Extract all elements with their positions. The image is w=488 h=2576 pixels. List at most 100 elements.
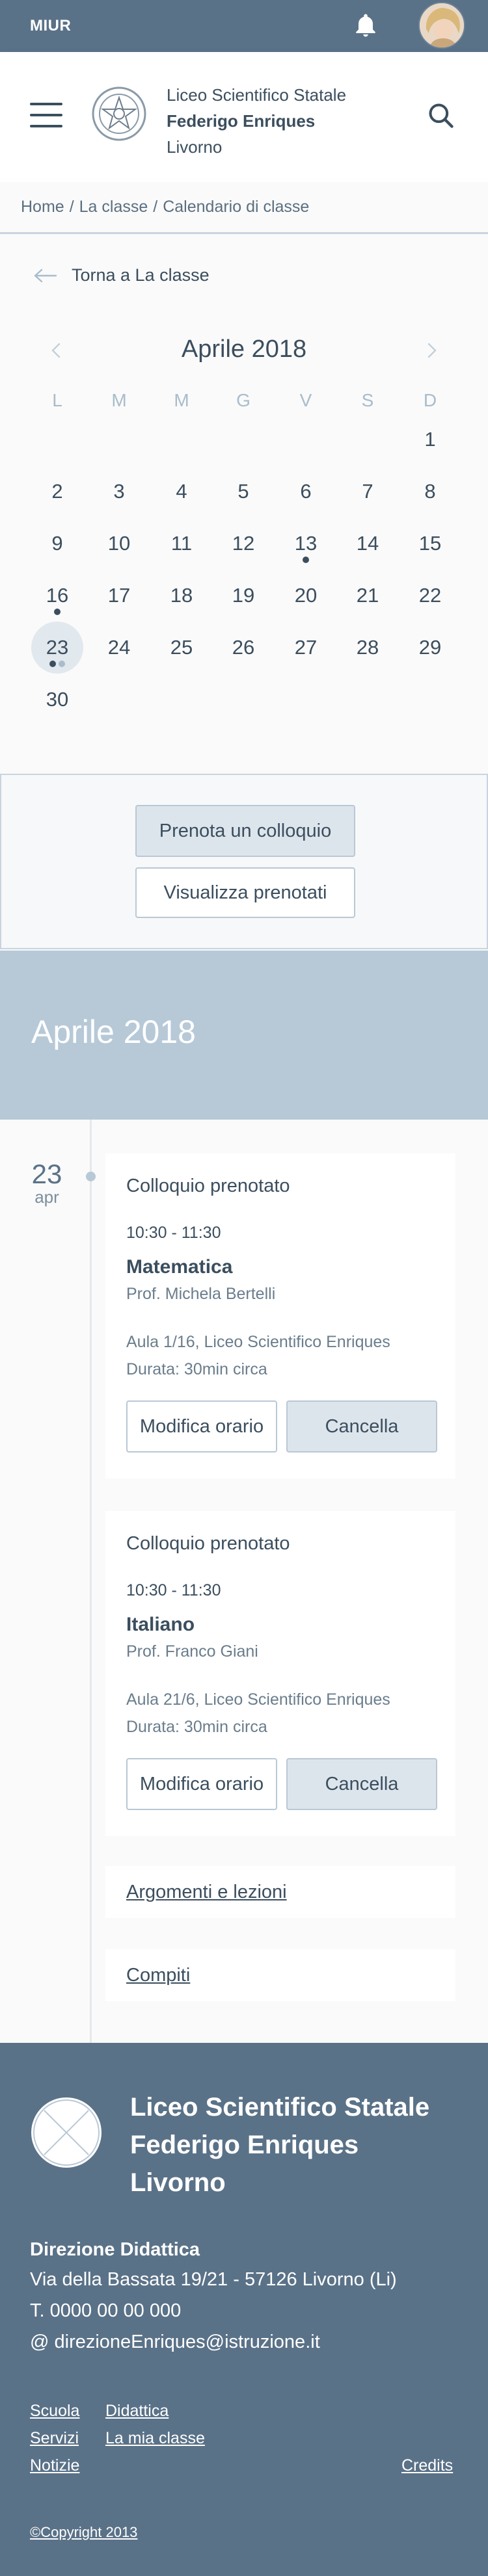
brand-label[interactable]: MIUR xyxy=(30,17,71,35)
edit-time-button[interactable]: Modifica orario xyxy=(126,1758,277,1810)
calendar-day[interactable]: 28 xyxy=(342,622,394,674)
footer-school-name[interactable]: Liceo Scientifico Statale Federigo Enriq… xyxy=(130,2088,429,2201)
calendar-day[interactable]: 9 xyxy=(31,518,83,570)
footer-direction-title: Direzione Didattica xyxy=(30,2239,200,2260)
month-banner-title: Aprile 2018 xyxy=(31,1014,196,1050)
calendar-day[interactable]: 18 xyxy=(156,570,208,622)
appointment-title: Colloquio prenotato xyxy=(126,1176,290,1196)
calendar-day-number: 3 xyxy=(113,480,125,503)
calendar-day[interactable]: 21 xyxy=(342,570,394,622)
appointment-subject: Matematica xyxy=(126,1256,233,1278)
calendar-day[interactable]: 23 xyxy=(31,622,83,674)
breadcrumb-separator: / xyxy=(69,198,74,216)
hamburger-menu-icon[interactable] xyxy=(30,103,62,129)
calendar-day[interactable]: 2 xyxy=(31,466,83,518)
calendar-day[interactable]: 22 xyxy=(404,570,456,622)
calendar-day[interactable]: 6 xyxy=(280,466,332,518)
footer-copyright[interactable]: ©Copyright 2013 xyxy=(30,2524,137,2541)
appointment-place: Aula 1/16, Liceo Scientifico Enriques xyxy=(126,1333,390,1351)
footer-link-scuola[interactable]: Scuola xyxy=(30,2402,79,2421)
calendar-day[interactable]: 1 xyxy=(404,414,456,466)
back-link[interactable]: Torna a La classe xyxy=(34,265,210,285)
calendar-day[interactable]: 10 xyxy=(93,518,145,570)
event-dot xyxy=(49,661,56,667)
homework-link[interactable]: Compiti xyxy=(126,1965,190,1986)
calendar-day-number: 11 xyxy=(170,532,193,555)
calendar-day-number: 10 xyxy=(107,532,131,555)
weekday-label: G xyxy=(236,390,251,410)
footer-link-la-mia-classe[interactable]: La mia classe xyxy=(105,2429,205,2448)
appointment-duration: Durata: 30min circa xyxy=(126,1360,267,1378)
calendar-day[interactable]: 29 xyxy=(404,622,456,674)
calendar-day[interactable]: 4 xyxy=(156,466,208,518)
calendar-day-number: 5 xyxy=(237,480,249,503)
avatar[interactable] xyxy=(418,2,465,49)
calendar-day[interactable]: 25 xyxy=(156,622,208,674)
appointment-title: Colloquio prenotato xyxy=(126,1533,290,1554)
footer-name-line2: Federigo Enriques xyxy=(130,2131,359,2159)
calendar-day[interactable]: 8 xyxy=(404,466,456,518)
calendar-day[interactable]: 3 xyxy=(93,466,145,518)
calendar-day[interactable]: 5 xyxy=(217,466,269,518)
appointment-place: Aula 21/6, Liceo Scientifico Enriques xyxy=(126,1690,390,1709)
breadcrumb-current: Calendario di classe xyxy=(163,198,310,216)
search-icon[interactable] xyxy=(427,101,455,130)
breadcrumb-home[interactable]: Home xyxy=(21,198,64,217)
cancel-button[interactable]: Cancella xyxy=(286,1400,437,1452)
calendar-day[interactable]: 27 xyxy=(280,622,332,674)
link-card: Argomenti e lezioni xyxy=(105,1866,455,1918)
footer-link-credits[interactable]: Credits xyxy=(401,2456,453,2475)
footer-address: Via della Bassata 19/21 - 57126 Livorno … xyxy=(30,2269,397,2290)
calendar-weekdays: L M M G V S D xyxy=(0,390,488,416)
calendar-header: Aprile 2018 xyxy=(0,332,488,371)
weekday-label: S xyxy=(361,390,374,410)
calendar-day-number: 16 xyxy=(46,584,69,607)
calendar-day[interactable]: 20 xyxy=(280,570,332,622)
weekday-label: V xyxy=(299,390,312,410)
book-appointment-button[interactable]: Prenota un colloquio xyxy=(135,805,355,857)
logo-placeholder-icon xyxy=(31,2097,102,2168)
footer-phone: T. 0000 00 00 000 xyxy=(30,2300,182,2321)
calendar-day[interactable]: 12 xyxy=(217,518,269,570)
edit-time-button[interactable]: Modifica orario xyxy=(126,1400,277,1452)
footer-link-didattica[interactable]: Didattica xyxy=(105,2402,169,2421)
calendar-day-number: 25 xyxy=(170,636,193,659)
breadcrumb: Home / La classe / Calendario di classe xyxy=(0,182,488,234)
calendar-day[interactable]: 19 xyxy=(217,570,269,622)
calendar-day[interactable]: 30 xyxy=(31,674,83,726)
back-link-label: Torna a La classe xyxy=(72,265,210,285)
timeline-line xyxy=(90,1120,92,2043)
footer-email[interactable]: @ direzioneEnriques@istruzione.it xyxy=(30,2332,320,2353)
bell-icon[interactable] xyxy=(351,12,380,40)
timeline-date: 23 apr xyxy=(26,1159,68,1207)
calendar-day[interactable]: 14 xyxy=(342,518,394,570)
school-name[interactable]: Liceo Scientifico Statale Federigo Enriq… xyxy=(167,82,346,160)
school-name-line3: Livorno xyxy=(167,137,223,157)
calendar-day[interactable]: 13 xyxy=(280,518,332,570)
lessons-topics-link[interactable]: Argomenti e lezioni xyxy=(126,1882,287,1903)
event-dot xyxy=(54,609,61,615)
calendar-day[interactable]: 16 xyxy=(31,570,83,622)
weekday-label: D xyxy=(423,390,437,410)
footer-name-line1: Liceo Scientifico Statale xyxy=(130,2093,430,2122)
calendar-day[interactable]: 7 xyxy=(342,466,394,518)
weekday-label: M xyxy=(174,390,189,410)
footer-link-notizie[interactable]: Notizie xyxy=(30,2456,79,2475)
calendar-day[interactable]: 26 xyxy=(217,622,269,674)
chevron-right-icon[interactable] xyxy=(422,341,441,360)
calendar-day[interactable]: 17 xyxy=(93,570,145,622)
calendar-day-number: 29 xyxy=(418,636,442,659)
link-card: Compiti xyxy=(105,1949,455,2001)
appointment-subject: Italiano xyxy=(126,1614,195,1635)
view-booked-button[interactable]: Visualizza prenotati xyxy=(135,867,355,918)
calendar-day-number: 4 xyxy=(176,480,187,503)
calendar-day[interactable]: 15 xyxy=(404,518,456,570)
school-name-line1: Liceo Scientifico Statale xyxy=(167,85,347,105)
breadcrumb-la-classe[interactable]: La classe xyxy=(79,198,148,217)
calendar-day[interactable]: 11 xyxy=(156,518,208,570)
footer-link-servizi[interactable]: Servizi xyxy=(30,2429,79,2448)
weekday-label: L xyxy=(52,390,62,410)
calendar-day[interactable]: 24 xyxy=(93,622,145,674)
calendar-day-number: 17 xyxy=(107,584,131,607)
cancel-button[interactable]: Cancella xyxy=(286,1758,437,1810)
